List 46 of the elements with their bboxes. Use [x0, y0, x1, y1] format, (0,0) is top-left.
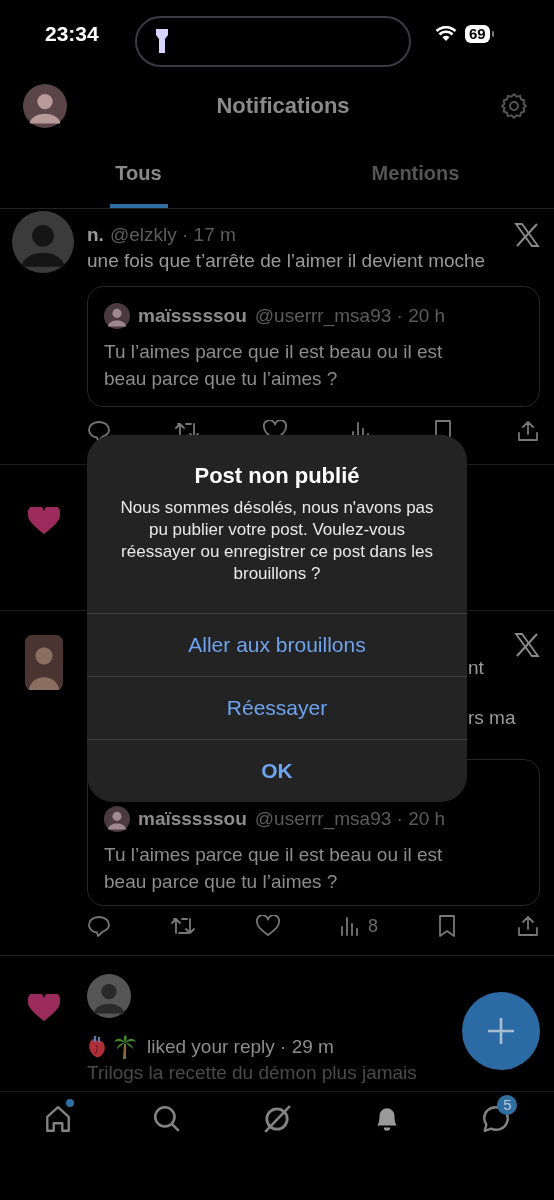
avatar[interactable]: [23, 84, 67, 128]
wifi-icon: [435, 26, 457, 42]
reply-icon[interactable]: [87, 420, 111, 442]
page-title: Notifications: [215, 93, 351, 119]
palm-tree-icon: [113, 1034, 137, 1060]
heart-icon: [27, 507, 60, 535]
share-icon[interactable]: [515, 914, 540, 938]
dialog-button[interactable]: Réessayer: [87, 677, 467, 740]
dialog-button[interactable]: Aller aux brouillons: [87, 614, 467, 677]
avatar[interactable]: [24, 635, 63, 691]
flashlight-icon: [155, 27, 169, 55]
author-handle: @userrr_msa93 · 20 h: [254, 808, 446, 830]
notification-text: liked your reply · 29 m: [147, 1036, 334, 1058]
avatar[interactable]: [104, 806, 130, 832]
like-icon[interactable]: [254, 915, 281, 937]
post-text: nt: [468, 657, 485, 679]
compose-button[interactable]: [462, 992, 540, 1070]
chart-icon: [339, 915, 360, 937]
settings-icon[interactable]: [499, 91, 529, 121]
author-name: n.: [87, 224, 104, 245]
quoted-post[interactable]: maïsssssou @userrr_msa93 · 20 h Tu l’aimes parce que il est beau ou il est beau parce que tu l’aimes ?: [87, 286, 540, 407]
slashed-circle-icon[interactable]: [262, 1104, 292, 1134]
share-icon[interactable]: [515, 419, 540, 443]
heart-icon: [27, 994, 60, 1022]
dialog-message: Nous sommes désolés, nous n'avons pas pu publier votre post. Voulez-vous réessayer ou enregistrer ce post dans les brouillons ?: [119, 497, 435, 585]
x-mark-icon: [514, 223, 540, 247]
dialog-title: Post non publié: [193, 463, 361, 489]
post-text: Tu l’aimes parce que il est beau ou il est beau parce que tu l’aimes ?: [104, 340, 444, 391]
author-name: maïsssssou: [138, 808, 247, 830]
post-text: Tu l’aimes parce que il est beau ou il est beau parce que tu l’aimes ?: [104, 843, 444, 894]
x-mark-icon: [514, 633, 540, 657]
author-name: maïsssssou: [138, 305, 247, 327]
avatar[interactable]: [104, 303, 130, 329]
post-text: Trilogs la recette du démon plus jamais: [87, 1062, 418, 1084]
repost-icon[interactable]: [170, 915, 196, 937]
author-handle: @elzkly · 17 m: [109, 224, 236, 245]
author-handle: @userrr_msa93 · 20 h: [254, 305, 446, 327]
bookmark-icon[interactable]: [436, 914, 457, 938]
tab[interactable]: Tous: [109, 144, 168, 208]
view-count[interactable]: 8: [339, 915, 378, 937]
reply-icon[interactable]: [87, 915, 111, 937]
post-text: une fois que t’arrête de l’aimer il devient moche: [87, 250, 487, 272]
unread-count: 5: [497, 1095, 518, 1115]
clock: 23:34: [45, 22, 100, 46]
anatomical-heart-icon: [87, 1035, 107, 1059]
post-text: rs ma: [468, 707, 517, 729]
